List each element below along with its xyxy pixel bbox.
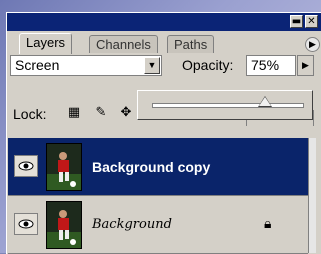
lock-move-icon[interactable]: ✥: [118, 105, 134, 121]
tab-channels[interactable]: Channels: [89, 35, 158, 53]
slider-arrow-icon[interactable]: ▶: [297, 55, 314, 76]
layer-row[interactable]: Background copy: [8, 138, 308, 196]
palette-tabs: Layers Channels Paths ▶: [7, 31, 321, 54]
opacity-slider-track[interactable]: [152, 103, 304, 108]
opacity-slider-thumb[interactable]: [258, 97, 271, 106]
layer-thumbnail: [46, 143, 82, 191]
minimize-icon[interactable]: ▬: [290, 15, 303, 28]
scrollbar[interactable]: [308, 138, 316, 253]
layers-list: Background copy Background 🔒︎: [8, 138, 308, 254]
blend-mode-select[interactable]: Screen ▼: [10, 55, 162, 76]
layer-thumbnail: [46, 201, 82, 249]
tab-layers[interactable]: Layers: [19, 33, 73, 54]
opacity-input[interactable]: 75%: [246, 55, 296, 76]
close-icon[interactable]: ✕: [305, 15, 318, 28]
opacity-label: Opacity:: [182, 57, 234, 73]
palette-menu-icon[interactable]: ▶: [305, 37, 320, 52]
palette-titlebar[interactable]: ▬ ✕: [7, 13, 321, 31]
lock-brush-icon[interactable]: ✎: [93, 105, 109, 121]
opacity-slider-popup: [137, 90, 313, 120]
layer-row[interactable]: Background 🔒︎: [8, 196, 308, 254]
lock-transparency-icon[interactable]: ▦: [66, 105, 82, 121]
dropdown-arrow-icon[interactable]: ▼: [144, 57, 160, 74]
tab-paths[interactable]: Paths: [167, 35, 215, 53]
eye-icon[interactable]: [14, 213, 38, 235]
blend-mode-value: Screen: [15, 57, 60, 73]
layer-name[interactable]: Background: [92, 217, 172, 232]
lock-label: Lock:: [13, 106, 47, 122]
lock-icon: 🔒︎: [264, 216, 272, 232]
layer-name[interactable]: Background copy: [92, 159, 210, 175]
eye-icon[interactable]: [14, 155, 38, 177]
